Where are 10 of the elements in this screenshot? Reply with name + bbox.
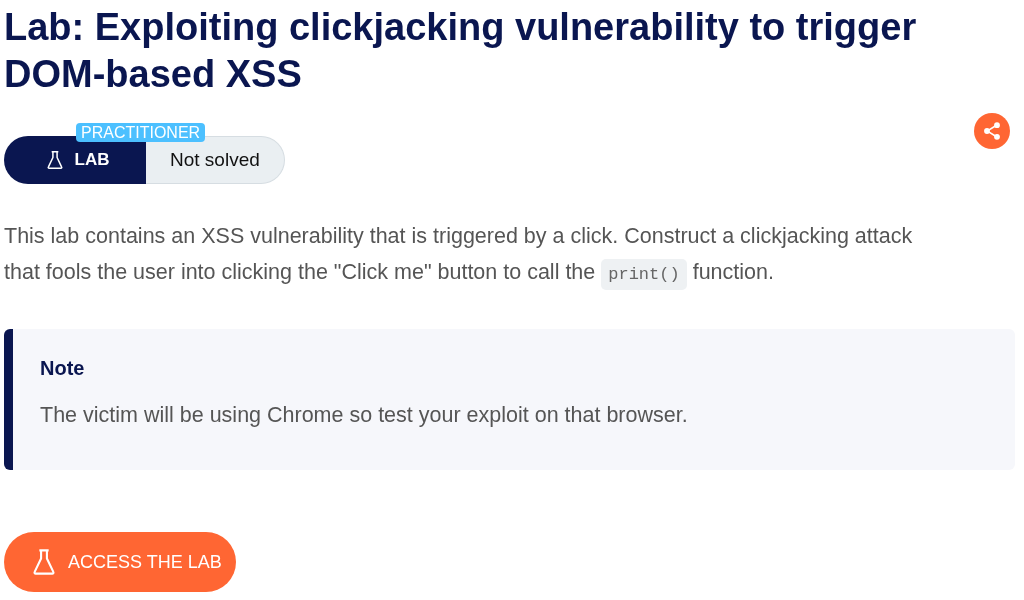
share-button[interactable] — [974, 113, 1010, 149]
lab-description: This lab contains an XSS vulnerability that is triggered by a click. Construct a clickjacking attack that fools the user into clicking the "Click me" button to call the print() function. — [4, 218, 944, 293]
level-badge: PRACTITIONER — [76, 123, 206, 142]
access-lab-button[interactable]: ACCESS THE LAB — [4, 532, 236, 592]
note-heading: Note — [40, 357, 86, 380]
share-icon — [982, 121, 1002, 141]
flask-icon — [30, 548, 58, 576]
flask-icon — [44, 150, 65, 170]
note-text: The victim will be using Chrome so test your exploit on that browser. — [40, 403, 689, 428]
page-title: Lab: Exploiting clickjacking vulnerability to trigger DOM-based XSS — [4, 5, 918, 97]
